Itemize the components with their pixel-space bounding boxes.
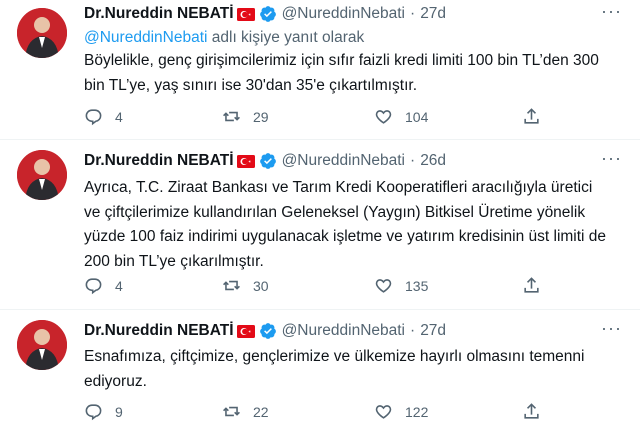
tweet-text: Esnafımıza, çiftçimize, gençlerimize ve … <box>84 345 632 394</box>
tweet-text-line: bin TL’ye, yaş sınırı ise 30'dan 35'e çı… <box>84 76 418 94</box>
retweet-icon <box>223 280 240 291</box>
more-options-icon[interactable]: ··· <box>601 318 622 339</box>
like-count: 122 <box>405 403 429 420</box>
share-icon <box>524 277 539 293</box>
reply-count: 4 <box>115 277 123 294</box>
avatar[interactable] <box>17 8 67 58</box>
tweet-text-line: Esnafımıza, çiftçimize, gençlerimize ve … <box>84 348 585 365</box>
retweet-count: 29 <box>253 108 269 125</box>
tweet-actions: 9 22 122 <box>84 402 544 422</box>
timestamp[interactable]: 26d <box>420 152 446 170</box>
reply-count: 4 <box>115 108 123 125</box>
like-icon <box>375 110 392 124</box>
like-button[interactable]: 104 <box>374 107 428 126</box>
share-button[interactable] <box>522 402 553 421</box>
like-icon <box>375 279 392 293</box>
turkish-flag-icon <box>236 154 255 168</box>
separator-dot: · <box>410 152 416 169</box>
share-button[interactable] <box>522 107 553 126</box>
like-button[interactable]: 122 <box>374 402 428 421</box>
tweet-text-line: yüzde 100 faiz indirimi uygulanacak işle… <box>84 228 607 245</box>
retweet-button[interactable]: 30 <box>222 276 269 295</box>
author-handle[interactable]: @NureddinNebati <box>282 5 405 23</box>
more-options-icon[interactable]: ··· <box>601 1 622 22</box>
share-icon <box>524 108 539 124</box>
reply-button[interactable]: 4 <box>84 107 123 126</box>
tweet-text: Böylelikle, genç girişimcilerimiz için s… <box>84 49 632 98</box>
tweet-text-line: ve çiftçilerimize kullandırılan Geleneks… <box>84 203 586 221</box>
reply-icon <box>85 109 102 126</box>
avatar[interactable] <box>17 150 67 200</box>
reply-context: @NureddinNebati adlı kişiye yanıt olarak <box>84 29 364 47</box>
retweet-count: 30 <box>253 277 269 294</box>
share-button[interactable] <box>522 276 553 295</box>
like-count: 104 <box>405 108 429 125</box>
reply-icon <box>85 404 102 421</box>
tweet-actions: 4 30 135 <box>84 276 544 296</box>
timestamp[interactable]: 27d <box>420 5 446 23</box>
turkish-flag-icon <box>236 324 255 338</box>
retweet-count: 22 <box>253 403 269 420</box>
verified-badge-icon <box>259 323 276 339</box>
timestamp[interactable]: 27d <box>420 322 446 340</box>
tweet-divider <box>0 309 640 310</box>
tweet-text-line: Böylelikle, genç girişimcilerimiz için s… <box>84 52 599 69</box>
tweet-actions: 4 29 104 <box>84 107 544 127</box>
tweet-text: Ayrıca, T.C. Ziraat Bankası ve Tarım Kre… <box>84 176 632 274</box>
retweet-icon <box>223 111 240 122</box>
retweet-button[interactable]: 29 <box>222 107 269 126</box>
tweet-divider <box>0 139 640 140</box>
like-icon <box>375 405 392 419</box>
turkish-flag-icon <box>236 7 255 21</box>
separator-dot: · <box>410 322 416 339</box>
author-handle[interactable]: @NureddinNebati <box>282 152 405 170</box>
author-name[interactable]: Dr.Nureddin NEBATİ <box>84 152 234 170</box>
reply-icon <box>85 278 102 295</box>
tweet-text-line: ediyoruz. <box>84 372 147 390</box>
tweet-text-line: Ayrıca, T.C. Ziraat Bankası ve Tarım Kre… <box>84 179 593 196</box>
like-count: 135 <box>405 277 429 294</box>
reply-button[interactable]: 9 <box>84 402 123 421</box>
retweet-icon <box>223 406 240 417</box>
reply-mention-link[interactable]: @NureddinNebati <box>84 29 207 46</box>
author-name[interactable]: Dr.Nureddin NEBATİ <box>84 322 234 340</box>
avatar[interactable] <box>17 320 67 370</box>
reply-context-text: adlı kişiye yanıt olarak <box>207 29 365 46</box>
verified-badge-icon <box>259 153 276 169</box>
more-options-icon[interactable]: ··· <box>601 148 622 169</box>
verified-badge-icon <box>259 6 276 22</box>
like-button[interactable]: 135 <box>374 276 428 295</box>
retweet-button[interactable]: 22 <box>222 402 269 421</box>
author-handle[interactable]: @NureddinNebati <box>282 322 405 340</box>
reply-button[interactable]: 4 <box>84 276 123 295</box>
share-icon <box>524 403 539 419</box>
tweet-text-line: 200 bin TL’ye çıkarılmıştır. <box>84 252 264 270</box>
reply-count: 9 <box>115 403 123 420</box>
separator-dot: · <box>410 5 416 22</box>
author-name[interactable]: Dr.Nureddin NEBATİ <box>84 5 234 23</box>
